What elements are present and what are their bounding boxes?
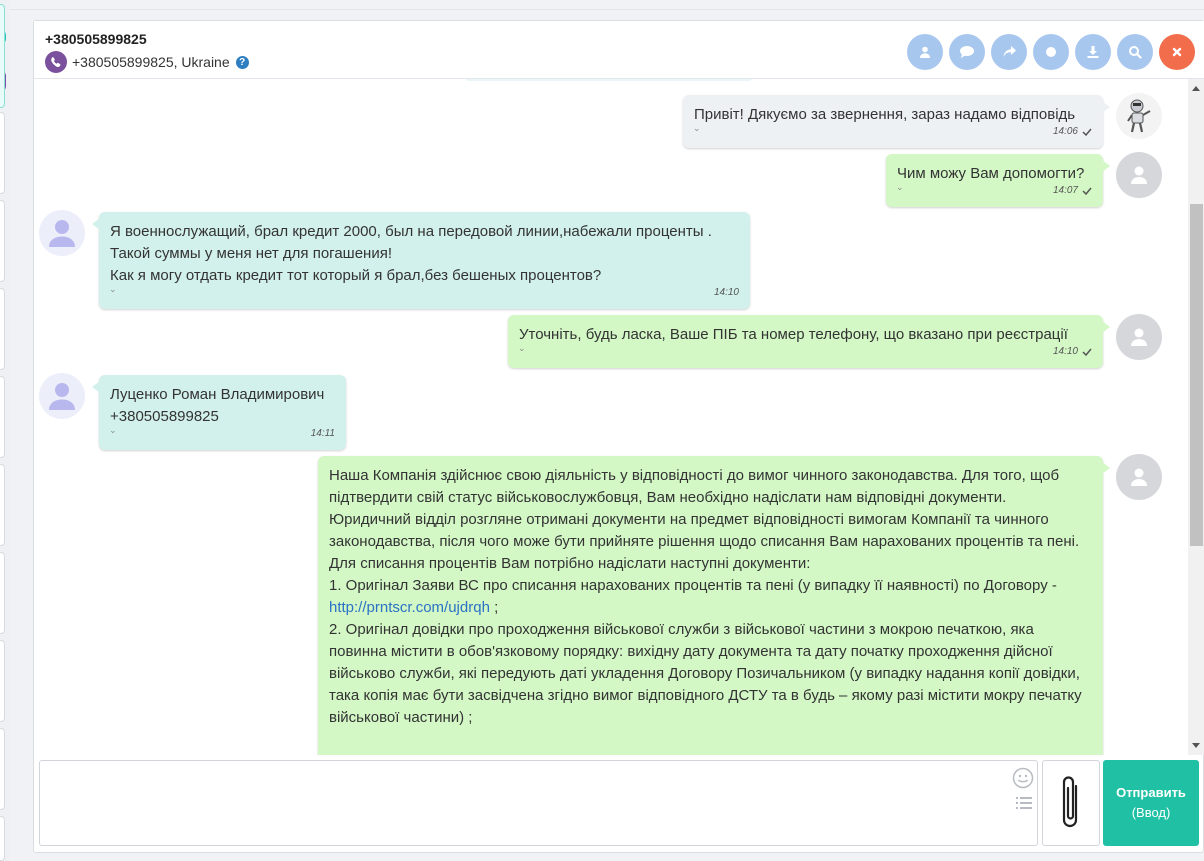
chat-list-item[interactable]: [0, 552, 5, 634]
left-sidebar: [0, 0, 10, 861]
download-icon: [1087, 46, 1099, 58]
message-operator[interactable]: Чим можу Вам допомогти? ⌄ 14:07: [886, 154, 1110, 207]
previous-message-stub: [464, 79, 754, 81]
chevron-down-icon[interactable]: ⌄: [693, 117, 701, 139]
record-icon: [1046, 47, 1056, 57]
chevron-down-icon[interactable]: ⌄: [109, 419, 117, 441]
send-label: Отправить: [1116, 785, 1186, 800]
message-input[interactable]: [40, 761, 1000, 845]
search-icon: [1129, 46, 1142, 59]
avatar-operator: [1116, 314, 1162, 360]
chevron-down-icon[interactable]: ⌄: [896, 176, 904, 198]
message-meta: 14:10: [1053, 341, 1092, 363]
message-text-part: ; 2. Оригінал довідки про проходження ві…: [329, 599, 1082, 726]
record-button[interactable]: [1033, 34, 1069, 70]
chat-list-item[interactable]: [0, 288, 5, 370]
contact-subtitle-text: +380505899825, Ukraine: [72, 54, 230, 70]
message-time: 14:11: [310, 428, 335, 439]
message-text-part: Наша Компанія здійснює свою діяльність у…: [329, 467, 1080, 594]
message-time: 14:07: [1052, 185, 1078, 196]
help-icon[interactable]: ?: [235, 55, 249, 69]
user-icon: [920, 46, 930, 58]
chat-list-item[interactable]: [0, 4, 5, 108]
message-meta: 14:10: [714, 282, 739, 304]
avatar-client: [39, 373, 85, 419]
message-client[interactable]: Луценко Роман Владимирович +380505899825…: [92, 375, 346, 450]
scrollbar-thumb[interactable]: [1190, 204, 1203, 546]
user-icon: [1131, 328, 1147, 346]
contact-title: +380505899825: [45, 31, 147, 47]
message-operator[interactable]: Наша Компанія здійснює свою діяльність у…: [318, 456, 1110, 755]
message-composer: [39, 760, 1038, 846]
close-button[interactable]: [1159, 34, 1195, 70]
chat-list-item[interactable]: [0, 464, 5, 546]
forward-icon: [1003, 46, 1016, 57]
message-meta: 14:11: [311, 423, 335, 445]
send-button[interactable]: Отправить (Ввод): [1103, 760, 1199, 846]
chat-panel: +380505899825 +380505899825, Ukraine ? П…: [33, 20, 1204, 853]
chat-list-item[interactable]: [0, 200, 5, 282]
chat-header: +380505899825 +380505899825, Ukraine ?: [34, 21, 1204, 79]
message-time: 14:06: [1052, 126, 1078, 137]
top-bar: [10, 0, 1204, 10]
chat-list-item[interactable]: [0, 640, 5, 722]
download-button[interactable]: [1075, 34, 1111, 70]
message-time: 14:10: [1052, 346, 1078, 357]
user-icon: [1131, 468, 1147, 486]
chat-icon: [960, 46, 974, 58]
user-icon: [49, 220, 75, 247]
chat-list-item[interactable]: [0, 816, 5, 861]
avatar-operator: [1116, 152, 1162, 198]
message-time: 14:10: [713, 287, 739, 298]
close-icon: [1172, 47, 1182, 57]
check-icon: [1082, 128, 1092, 136]
message-text: Луценко Роман Владимирович +380505899825: [110, 386, 325, 425]
message-bot[interactable]: Привіт! Дякуємо за звернення, зараз нада…: [683, 95, 1110, 148]
contact-subtitle: +380505899825, Ukraine ?: [45, 51, 249, 73]
message-client[interactable]: Я военнослужащий, брал кредит 2000, был …: [92, 212, 750, 309]
chat-list-item[interactable]: [0, 112, 5, 194]
chat-button[interactable]: [949, 34, 985, 70]
user-icon: [49, 383, 75, 410]
message-text: Я военнослужащий, брал кредит 2000, был …: [110, 223, 712, 284]
message-link[interactable]: http://prntscr.com/ujdrqh: [329, 599, 490, 616]
robot-icon: [1127, 99, 1151, 133]
templates-list-icon[interactable]: [1015, 795, 1033, 813]
chat-list-item[interactable]: [0, 376, 5, 458]
check-icon: [1082, 187, 1092, 195]
scroll-down-icon[interactable]: [1192, 743, 1200, 748]
message-text: Привіт! Дякуємо за звернення, зараз нада…: [694, 106, 1076, 123]
user-icon: [1131, 166, 1147, 184]
avatar-operator: [1116, 454, 1162, 500]
paperclip-icon: [1062, 776, 1078, 828]
header-actions: [907, 34, 1195, 70]
chevron-down-icon[interactable]: ⌄: [518, 337, 526, 359]
message-operator[interactable]: Уточніть, будь ласка, Ваше ПІБ та номер …: [508, 315, 1110, 368]
avatar-client: [39, 210, 85, 256]
avatar-bot: [1116, 93, 1162, 139]
message-meta: 14:07: [1053, 180, 1092, 202]
attach-button[interactable]: [1042, 760, 1100, 846]
message-scrollbar[interactable]: [1188, 79, 1204, 755]
viber-icon: [45, 51, 67, 73]
message-list[interactable]: Привіт! Дякуємо за звернення, зараз нада…: [34, 79, 1188, 755]
message-text: Уточніть, будь ласка, Ваше ПІБ та номер …: [519, 326, 1068, 343]
message-meta: 14:06: [1053, 121, 1092, 143]
search-button[interactable]: [1117, 34, 1153, 70]
check-icon: [1082, 348, 1092, 356]
smile-icon[interactable]: [1012, 767, 1034, 789]
chat-list-item[interactable]: [0, 728, 5, 810]
forward-button[interactable]: [991, 34, 1027, 70]
scroll-up-icon[interactable]: [1192, 86, 1200, 91]
chevron-down-icon[interactable]: ⌄: [109, 278, 117, 300]
message-text: Наша Компанія здійснює свою діяльність у…: [329, 465, 1089, 729]
send-hint: (Ввод): [1131, 805, 1171, 820]
user-button[interactable]: [907, 34, 943, 70]
